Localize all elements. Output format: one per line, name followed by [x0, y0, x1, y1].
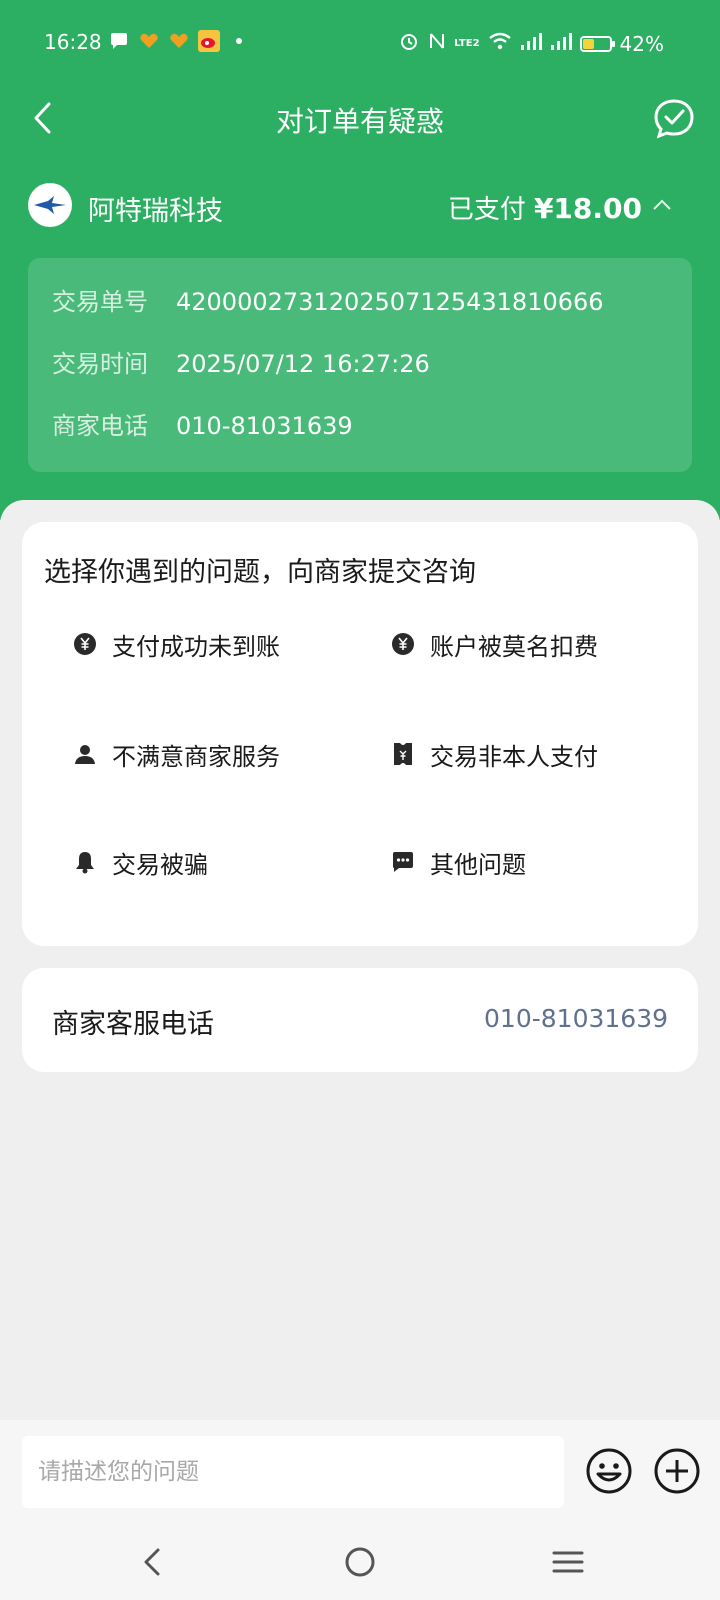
signal-icon — [550, 31, 572, 56]
header: 对订单有疑惑 — [0, 88, 720, 148]
issue-option-not-self-payment[interactable]: 交易非本人支付 — [390, 734, 598, 774]
nfc-icon — [428, 30, 446, 57]
issue-option-label: 交易非本人支付 — [430, 742, 598, 771]
chat-dots-icon — [390, 849, 416, 875]
issue-option-label: 不满意商家服务 — [112, 742, 280, 771]
chat-check-icon — [654, 99, 694, 139]
payment-status-label: 已支付 — [447, 195, 526, 225]
nav-menu-button[interactable] — [548, 1542, 588, 1582]
merchant-summary[interactable]: 阿特瑞科技 已支付 ¥18.00 — [28, 183, 692, 227]
merchant-name: 阿特瑞科技 — [88, 196, 223, 227]
person-icon — [72, 741, 98, 767]
heart-app-icon — [138, 30, 160, 52]
support-phone-link[interactable]: 010-81031639 — [484, 1004, 668, 1033]
yuan-circle-icon — [72, 631, 98, 657]
nav-home-button[interactable] — [340, 1542, 380, 1582]
payment-status: 已支付 ¥18.00 — [448, 189, 642, 226]
message-bubble-icon — [108, 30, 130, 52]
detail-label: 商家电话 — [52, 412, 148, 440]
signal-icon — [520, 31, 542, 56]
issue-option-label: 支付成功未到账 — [112, 632, 280, 661]
system-navigation-bar — [0, 1518, 720, 1600]
page-title: 对订单有疑惑 — [275, 105, 444, 138]
issue-selection-card: 选择你遇到的问题，向商家提交咨询 支付成功未到账 账户被莫名扣费 不满意商家服务… — [22, 522, 698, 946]
menu-lines-icon — [552, 1551, 584, 1573]
receipt-icon — [390, 741, 416, 767]
problem-description-input[interactable] — [22, 1436, 564, 1508]
merchant-logo — [28, 183, 72, 227]
more-notifications-dot-icon — [228, 30, 250, 52]
battery-percent: 42% — [619, 31, 664, 56]
yuan-circle-icon — [390, 631, 416, 657]
transaction-id-row: 交易单号 4200002731202507125431810666 — [52, 282, 604, 317]
detail-label: 交易单号 — [52, 288, 148, 316]
heart-app-icon — [168, 30, 190, 52]
detail-label: 交易时间 — [52, 350, 148, 378]
lte-label: LTE2 — [454, 38, 480, 49]
issue-option-payment-not-received[interactable]: 支付成功未到账 — [72, 624, 280, 664]
transaction-time-row: 交易时间 2025/07/12 16:27:26 — [52, 344, 430, 379]
bell-icon — [72, 849, 98, 875]
issue-option-unsatisfied-service[interactable]: 不满意商家服务 — [72, 734, 280, 774]
emoji-button[interactable] — [584, 1446, 634, 1496]
customer-service-button[interactable] — [652, 96, 696, 140]
system-status: LTE2 42% — [398, 30, 664, 57]
chevron-up-icon[interactable] — [650, 193, 674, 217]
merchant-phone-row: 商家电话 010-81031639 — [52, 406, 353, 441]
transaction-id: 4200002731202507125431810666 — [176, 288, 604, 316]
merchant-phone[interactable]: 010-81031639 — [176, 412, 353, 440]
transaction-details: 交易单号 4200002731202507125431810666 交易时间 202… — [28, 258, 692, 472]
notification-icons — [108, 30, 250, 52]
issue-option-label: 账户被莫名扣费 — [430, 632, 598, 661]
circle-home-icon — [345, 1547, 375, 1577]
issue-option-label: 其他问题 — [430, 850, 526, 879]
alarm-icon — [398, 30, 420, 57]
smiley-icon — [586, 1448, 632, 1494]
battery-icon — [579, 35, 615, 52]
weibo-icon — [198, 30, 220, 52]
triangle-back-icon — [144, 1548, 160, 1576]
support-phone-label: 商家客服电话 — [52, 1009, 214, 1040]
issue-option-scammed[interactable]: 交易被骗 — [72, 842, 208, 882]
issue-option-other[interactable]: 其他问题 — [390, 842, 526, 882]
issue-option-unexplained-charge[interactable]: 账户被莫名扣费 — [390, 624, 598, 664]
message-input-bar — [0, 1420, 720, 1518]
wifi-icon — [488, 31, 512, 56]
status-bar: 16:28 LTE2 42% — [0, 26, 720, 62]
payment-amount: ¥18.00 — [533, 192, 642, 225]
airplane-logo-icon — [34, 196, 66, 214]
status-time: 16:28 — [44, 30, 102, 54]
issue-section-title: 选择你遇到的问题，向商家提交咨询 — [44, 557, 476, 588]
add-attachment-button[interactable] — [652, 1446, 702, 1496]
plus-circle-icon — [654, 1448, 700, 1494]
issue-option-label: 交易被骗 — [112, 850, 208, 879]
transaction-time: 2025/07/12 16:27:26 — [176, 350, 430, 378]
support-phone-card: 商家客服电话 010-81031639 — [22, 968, 698, 1072]
nav-back-button[interactable] — [132, 1542, 172, 1582]
